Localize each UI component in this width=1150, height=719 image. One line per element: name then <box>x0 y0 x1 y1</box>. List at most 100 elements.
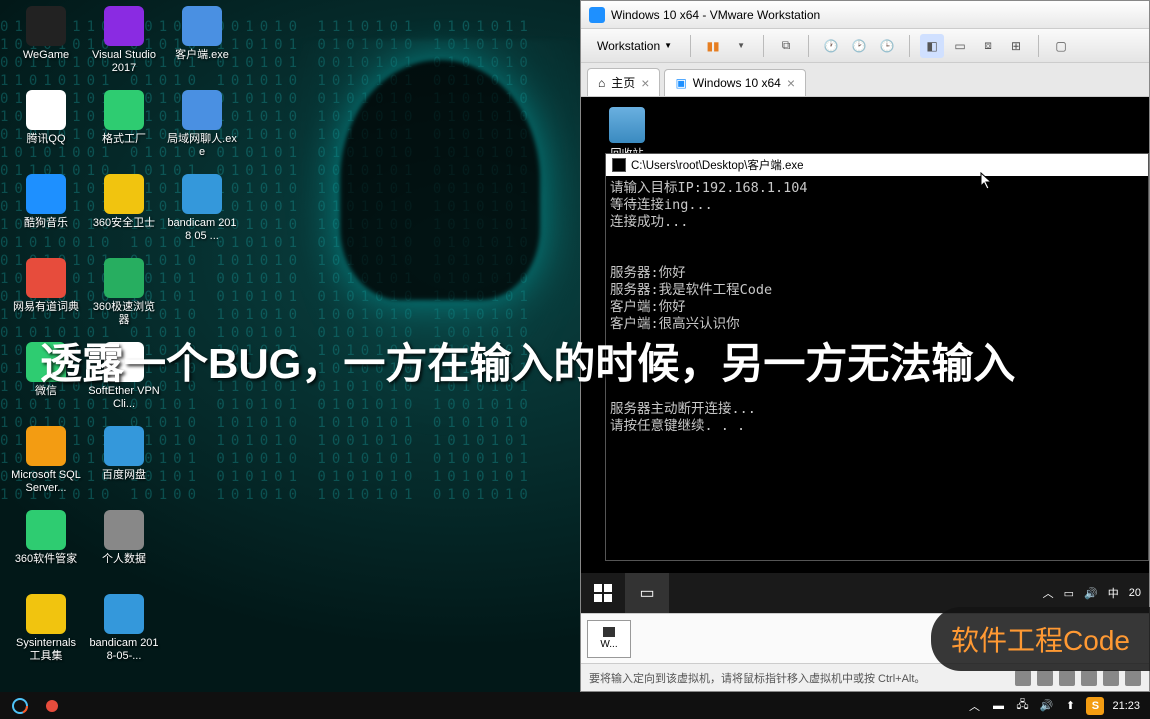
icon-label: SoftEther VPN Cli... <box>88 385 160 411</box>
windows-logo-icon <box>594 584 612 602</box>
app-icon <box>26 594 66 634</box>
network-icon[interactable]: 🖧 <box>1014 698 1030 714</box>
desktop-icon[interactable]: 百度网盘 <box>86 420 162 502</box>
snapshot-manage-button[interactable]: 🕒 <box>875 34 899 58</box>
usb-icon[interactable]: ⬆ <box>1062 698 1078 714</box>
desktop-icon[interactable]: Visual Studio 2017 <box>86 0 162 82</box>
vm-thumbnail[interactable]: W... <box>587 620 631 658</box>
thumbnail-icon <box>603 627 615 637</box>
vmware-workstation-window: Windows 10 x64 - VMware Workstation Work… <box>580 0 1150 692</box>
clock[interactable]: 21:23 <box>1112 700 1140 712</box>
snapshot-button[interactable]: ⧉ <box>774 34 798 58</box>
volume-icon[interactable]: 🔊 <box>1038 698 1054 714</box>
desktop-icon[interactable]: 360安全卫士 <box>86 168 162 250</box>
desktop-icon[interactable]: 360软件管家 <box>8 504 84 586</box>
device-icon[interactable] <box>1037 670 1053 686</box>
cortana-button[interactable] <box>8 694 32 718</box>
guest-system-tray: ︿ ▭ 🔊 中 20 <box>1043 585 1149 601</box>
toolbar-separator <box>808 35 809 57</box>
app-icon <box>26 258 66 298</box>
device-icon[interactable] <box>1015 670 1031 686</box>
desktop-icon[interactable]: 微信 <box>8 336 84 418</box>
close-tab-icon[interactable]: × <box>787 75 795 91</box>
guest-taskview-button[interactable]: ▭ <box>625 573 669 613</box>
desktop-icon[interactable]: 腾讯QQ <box>8 84 84 166</box>
app-icon <box>26 90 66 130</box>
guest-desktop[interactable]: 回收站 C:\Users\root\Desktop\客户端.exe 请输入目标I… <box>581 97 1149 691</box>
icon-label: Sysinternals 工具集 <box>10 637 82 663</box>
host-taskbar: ︿ ▬ 🖧 🔊 ⬆ S 21:23 <box>0 692 1150 719</box>
view-multi-button[interactable]: ⊞ <box>1004 34 1028 58</box>
icon-label: 360软件管家 <box>15 553 77 566</box>
record-icon <box>46 700 58 712</box>
console-window[interactable]: C:\Users\root\Desktop\客户端.exe 请输入目标IP:19… <box>605 153 1149 561</box>
view-console-button[interactable]: ◧ <box>920 34 944 58</box>
desktop-icon[interactable]: 个人数据 <box>86 504 162 586</box>
chevron-up-icon[interactable]: ︿ <box>1043 585 1054 601</box>
app-icon <box>26 510 66 550</box>
desktop-icon[interactable]: SoftEther VPN Cli... <box>86 336 162 418</box>
dropdown-caret-icon: ▼ <box>664 41 672 50</box>
volume-icon[interactable]: 🔊 <box>1084 587 1098 600</box>
desktop-icon[interactable]: Microsoft SQL Server... <box>8 420 84 502</box>
console-output: 请输入目标IP:192.168.1.104 等待连接ing... 连接成功...… <box>606 176 1148 439</box>
tab-home[interactable]: ⌂ 主页 × <box>587 68 660 96</box>
app-icon <box>26 6 66 46</box>
icon-label: 微信 <box>35 385 57 398</box>
snapshot-revert-button[interactable]: 🕑 <box>847 34 871 58</box>
app-icon <box>104 594 144 634</box>
chevron-up-icon[interactable]: ︿ <box>966 698 982 714</box>
desktop-icon[interactable]: 360极速浏览器 <box>86 252 162 334</box>
pause-vm-button[interactable]: ▮▮ <box>701 34 725 58</box>
power-dropdown-button[interactable]: ▼ <box>729 34 753 58</box>
home-icon: ⌂ <box>598 76 605 90</box>
desktop-icon[interactable]: 局域网聊人.exe <box>164 84 240 166</box>
icon-label: 客户端.exe <box>175 49 229 62</box>
console-titlebar[interactable]: C:\Users\root\Desktop\客户端.exe <box>606 154 1148 176</box>
view-stretch-button[interactable]: ▢ <box>1049 34 1073 58</box>
vmware-title-text: Windows 10 x64 - VMware Workstation <box>611 8 820 22</box>
device-icon[interactable] <box>1081 670 1097 686</box>
snapshot-take-button[interactable]: 🕐 <box>819 34 843 58</box>
desktop-icon[interactable]: 酷狗音乐 <box>8 168 84 250</box>
desktop-icon[interactable]: 客户端.exe <box>164 0 240 82</box>
ime-indicator[interactable]: 中 <box>1108 585 1119 601</box>
icon-label: 360安全卫士 <box>93 217 155 230</box>
trash-icon <box>609 107 645 143</box>
app-icon <box>26 174 66 214</box>
host-system-tray: ︿ ▬ 🖧 🔊 ⬆ S 21:23 <box>966 697 1150 715</box>
device-icon[interactable] <box>1125 670 1141 686</box>
app-icon <box>104 258 144 298</box>
app-icon <box>104 174 144 214</box>
icon-label: 格式工厂 <box>102 133 146 146</box>
guest-start-button[interactable] <box>581 573 625 613</box>
record-indicator[interactable] <box>40 694 64 718</box>
close-tab-icon[interactable]: × <box>641 75 649 91</box>
icon-label: 个人数据 <box>102 553 146 566</box>
battery-icon[interactable]: ▬ <box>990 698 1006 714</box>
view-unity-button[interactable]: ⧈ <box>976 34 1000 58</box>
guest-os-viewport[interactable]: 回收站 C:\Users\root\Desktop\客户端.exe 请输入目标I… <box>581 97 1149 691</box>
vmware-titlebar[interactable]: Windows 10 x64 - VMware Workstation <box>581 1 1149 29</box>
icon-label: Microsoft SQL Server... <box>10 469 82 495</box>
icon-label: 局域网聊人.exe <box>166 133 238 159</box>
app-icon <box>104 90 144 130</box>
desktop-icon[interactable]: Sysinternals 工具集 <box>8 588 84 670</box>
tab-windows10[interactable]: ▣ Windows 10 x64 × <box>664 69 806 96</box>
ime-indicator[interactable]: S <box>1086 697 1104 715</box>
desktop-icon[interactable]: bandicam 2018-05-... <box>86 588 162 670</box>
workstation-menu-button[interactable]: Workstation ▼ <box>589 35 680 57</box>
desktop-icon[interactable]: bandicam 2018 05 ... <box>164 168 240 250</box>
icon-label: 腾讯QQ <box>26 133 65 146</box>
icon-label: 百度网盘 <box>102 469 146 482</box>
taskview-icon: ▭ <box>639 583 654 603</box>
view-fullscreen-button[interactable]: ▭ <box>948 34 972 58</box>
toolbar-separator <box>909 35 910 57</box>
network-icon[interactable]: ▭ <box>1064 587 1074 600</box>
device-icon[interactable] <box>1059 670 1075 686</box>
desktop-icon[interactable]: 格式工厂 <box>86 84 162 166</box>
desktop-icon[interactable]: WeGame <box>8 0 84 82</box>
hooded-figure-silhouette <box>280 40 600 440</box>
desktop-icon[interactable]: 网易有道词典 <box>8 252 84 334</box>
device-icon[interactable] <box>1103 670 1119 686</box>
